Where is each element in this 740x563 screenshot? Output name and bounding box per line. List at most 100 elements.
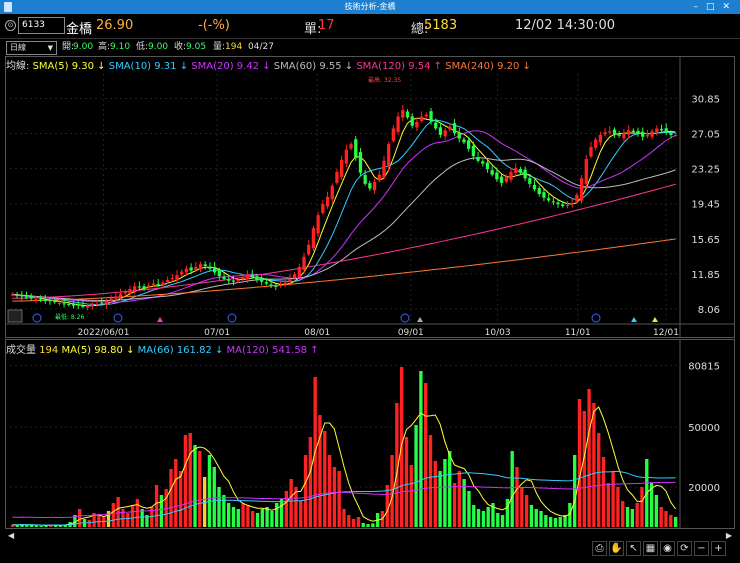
candle-body — [669, 132, 673, 135]
candle-body — [650, 131, 654, 137]
candle-body — [363, 174, 367, 184]
x-tick-label: 12/01 — [653, 328, 679, 338]
candle-body — [537, 188, 541, 194]
volume-bar — [539, 511, 543, 527]
candle-body — [283, 282, 287, 285]
volume-bar — [198, 451, 202, 527]
volume-bar — [318, 415, 322, 527]
horizontal-scrollbar[interactable]: ◀ ▶ — [5, 531, 735, 541]
volume-bar — [361, 523, 365, 527]
volume-bar — [135, 499, 140, 527]
candle-body — [452, 123, 457, 134]
candle-body — [95, 303, 99, 305]
volume-bar — [159, 495, 164, 527]
volume-bar — [270, 511, 274, 527]
volume-bar — [515, 467, 519, 527]
candle-body — [504, 177, 508, 182]
candle-body — [603, 132, 607, 135]
volume-bar — [630, 509, 635, 527]
volume-bar — [664, 511, 668, 527]
candle-body — [471, 145, 476, 157]
ohlc-bar: 日線 ▼ 開: 9.00 高: 9.10 低: 9.00 收: 9.05 量: 1… — [0, 39, 740, 56]
price-tick-label: 19.45 — [691, 200, 720, 211]
candle-body — [594, 139, 598, 148]
volume-tick-label: 50000 — [688, 423, 720, 434]
candle-body — [250, 274, 254, 278]
candle-body — [542, 192, 546, 198]
price-tick-label: 11.85 — [691, 270, 720, 281]
volume-bar — [116, 497, 120, 527]
candle-body — [260, 278, 264, 282]
candle-body — [476, 157, 480, 161]
candle-body — [631, 130, 635, 133]
stock-code-input[interactable]: 6133 — [18, 17, 65, 34]
candle-body — [584, 158, 588, 185]
volume-bar — [419, 371, 423, 527]
stock-name: 金橋 — [66, 22, 93, 37]
scroll-right-icon[interactable]: ▶ — [726, 531, 732, 540]
cursor-icon[interactable]: ↖ — [626, 541, 641, 556]
candle-body — [217, 269, 221, 277]
candle-body — [170, 278, 174, 279]
window-controls[interactable]: –□✕ — [693, 0, 738, 14]
volume-bar — [308, 437, 313, 527]
candle-body — [57, 302, 62, 304]
volume-bar — [635, 503, 639, 527]
candle-body — [330, 185, 334, 200]
volume-bar — [169, 469, 173, 527]
volume-bar — [351, 519, 356, 527]
volume-bar — [640, 487, 644, 527]
event-marker-icon — [400, 313, 410, 323]
volume-bar — [106, 511, 111, 527]
candle-body — [274, 285, 278, 287]
quote-datetime: 12/02 14:30:00 — [515, 18, 615, 33]
x-tick-label: 07/01 — [204, 328, 230, 338]
signal-triangle-icon — [652, 317, 658, 322]
volume-bar — [443, 459, 447, 527]
volume-bar — [457, 471, 462, 527]
print-icon[interactable]: ⎙ — [592, 541, 607, 556]
candle-body — [358, 152, 363, 173]
volume-bar — [529, 505, 534, 527]
candle-body — [175, 275, 179, 281]
grid-icon[interactable]: ▦ — [643, 541, 658, 556]
volume-bar — [15, 525, 19, 527]
candle-body — [457, 132, 461, 139]
x-tick-label: 08/01 — [304, 328, 330, 338]
volume-bar — [486, 507, 490, 527]
candle-body — [48, 300, 52, 302]
price-chart[interactable]: 30.85 27.05 23.25 19.45 15.65 11.85 8.06 2022/0… — [0, 56, 740, 338]
candle-body — [264, 282, 269, 284]
close-label: 收: — [174, 42, 187, 52]
candle-body — [401, 110, 405, 118]
volume-bar — [621, 501, 625, 527]
volume-bar — [669, 515, 673, 527]
scroll-left-icon[interactable]: ◀ — [8, 531, 14, 540]
menu-circle-button[interactable]: ⊙ — [5, 20, 16, 31]
volume-bar — [428, 435, 433, 527]
candle-body — [288, 278, 292, 283]
candle-body — [575, 194, 579, 202]
volume-bar — [255, 513, 260, 527]
candle-body — [325, 196, 330, 207]
x-tick-label: 09/01 — [398, 328, 424, 338]
candle-body — [626, 130, 631, 135]
event-marker-icon — [591, 313, 601, 323]
hand-icon[interactable]: ✋ — [609, 541, 624, 556]
candle-body — [467, 140, 471, 149]
low-label: 低: — [136, 42, 149, 52]
candle-body — [245, 274, 250, 280]
candle-body — [269, 284, 273, 286]
candle-body — [434, 122, 438, 129]
refresh-icon[interactable]: ⟳ — [677, 541, 692, 556]
period-select[interactable]: 日線 ▼ — [6, 41, 57, 55]
candle-body — [354, 139, 358, 158]
volume-chart[interactable]: 80815 50000 20000 — [0, 339, 740, 529]
x-tick-label: 11/01 — [565, 328, 591, 338]
volume-bar — [520, 487, 524, 527]
plus-icon[interactable]: + — [711, 541, 726, 556]
candle-body — [335, 171, 339, 183]
price-change: -(-%) — [198, 18, 230, 33]
eye-icon[interactable]: ◉ — [660, 541, 675, 556]
minus-icon[interactable]: − — [694, 541, 709, 556]
